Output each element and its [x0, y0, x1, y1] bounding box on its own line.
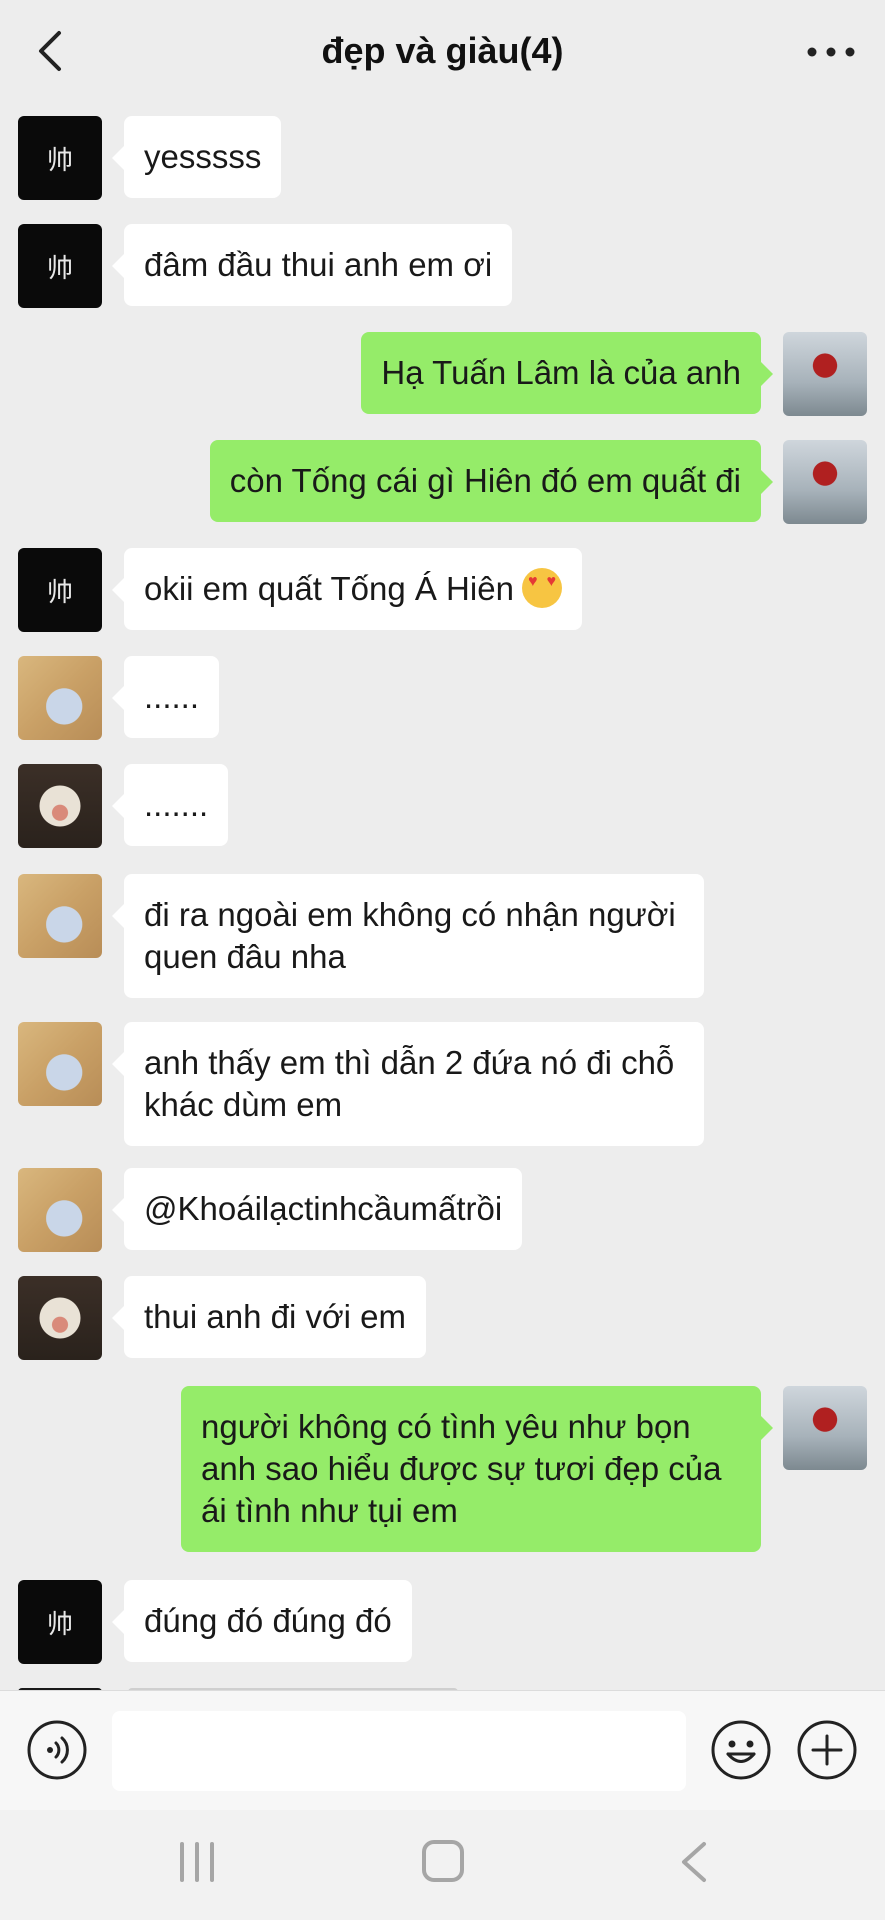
message-text: @Khoáilạctinhcầumấtrồi [144, 1190, 503, 1227]
avatar[interactable] [18, 874, 102, 958]
recent-apps-icon [180, 1842, 214, 1882]
avatar[interactable] [783, 440, 867, 524]
message-text: okii em quất Tống Á Hiên [144, 570, 514, 607]
avatar[interactable] [18, 656, 102, 740]
avatar[interactable] [18, 1276, 102, 1360]
system-nav-bar [0, 1810, 885, 1920]
message-text: Hạ Tuấn Lâm là của anh [381, 354, 741, 391]
message-bubble[interactable]: yesssss [111, 116, 282, 198]
message-bubble[interactable]: ...... [111, 656, 220, 738]
message-bubble[interactable]: @Khoáilạctinhcầumấtrồi [111, 1168, 523, 1250]
avatar[interactable] [18, 1168, 102, 1252]
chevron-left-icon [39, 31, 61, 71]
avatar[interactable]: 帅 [18, 548, 102, 632]
voice-icon [27, 1720, 87, 1780]
back-button[interactable] [30, 26, 70, 76]
chat-header: đẹp và giàu(4) [0, 0, 885, 102]
message-text: người không có tình yêu như bọn anh sao … [201, 1408, 722, 1529]
message-input[interactable] [112, 1711, 686, 1791]
back-icon [682, 1842, 706, 1882]
emoji-button[interactable] [710, 1719, 772, 1781]
more-options-button[interactable] [803, 30, 859, 74]
message-bubble[interactable]: người không có tình yêu như bọn anh sao … [181, 1386, 773, 1552]
message-text: ....... [144, 786, 209, 823]
message-bubble[interactable]: đúng đó đúng đó [112, 1580, 412, 1662]
recent-apps-button[interactable] [174, 1840, 220, 1884]
avatar[interactable] [783, 1386, 867, 1470]
system-back-button[interactable] [676, 1840, 712, 1884]
message-bubble[interactable]: đâm đầu thui anh em ơi [111, 224, 513, 306]
message-text: đúng đó đúng đó [144, 1602, 392, 1639]
message-text: thui anh đi với em [144, 1298, 406, 1335]
avatar-glyph: 帅 [46, 1609, 73, 1640]
avatar-glyph: 帅 [46, 577, 73, 608]
plus-circle-icon [797, 1720, 857, 1780]
message-text: anh thấy em thì dẫn 2 đứa nó đi chỗ khác… [144, 1044, 675, 1123]
avatar-glyph: 帅 [46, 253, 73, 284]
avatar[interactable]: 帅 [18, 224, 102, 308]
message-list[interactable]: 帅 yesssss 帅 đâm đầu thui anh em ơi Hạ Tu… [0, 102, 885, 1690]
avatar[interactable] [783, 332, 867, 416]
more-functions-button[interactable] [796, 1719, 858, 1781]
voice-button[interactable] [26, 1719, 88, 1781]
home-icon [422, 1840, 464, 1882]
message-text: đi ra ngoài em không có nhận người quen … [144, 896, 676, 975]
message-bubble[interactable]: còn Tống cái gì Hiên đó em quất đi [209, 440, 774, 522]
message-bubble[interactable]: Hạ Tuấn Lâm là của anh [361, 332, 773, 414]
input-bar [0, 1690, 885, 1810]
avatar[interactable] [18, 764, 102, 848]
message-bubble[interactable]: đi ra ngoài em không có nhận người quen … [112, 874, 704, 998]
avatar-glyph: 帅 [46, 145, 73, 176]
home-button[interactable] [420, 1838, 466, 1884]
avatar[interactable]: 帅 [18, 116, 102, 200]
avatar[interactable] [18, 1022, 102, 1106]
message-text: còn Tống cái gì Hiên đó em quất đi [229, 462, 741, 499]
message-text: đâm đầu thui anh em ơi [144, 246, 493, 283]
message-text: ...... [144, 678, 200, 715]
message-text: yesssss [144, 138, 262, 175]
avatar[interactable]: 帅 [18, 1580, 102, 1664]
message-bubble[interactable]: ....... [111, 764, 229, 846]
message-bubble[interactable]: thui anh đi với em [112, 1276, 426, 1358]
more-horizontal-icon [807, 47, 855, 57]
message-bubble[interactable]: okii em quất Tống Á Hiên [112, 548, 582, 630]
chat-title: đẹp và giàu(4) [321, 30, 564, 71]
message-bubble[interactable]: anh thấy em thì dẫn 2 đứa nó đi chỗ khác… [112, 1022, 704, 1146]
heart-eyes-emoji-icon [521, 568, 562, 608]
smiley-icon [711, 1720, 771, 1780]
